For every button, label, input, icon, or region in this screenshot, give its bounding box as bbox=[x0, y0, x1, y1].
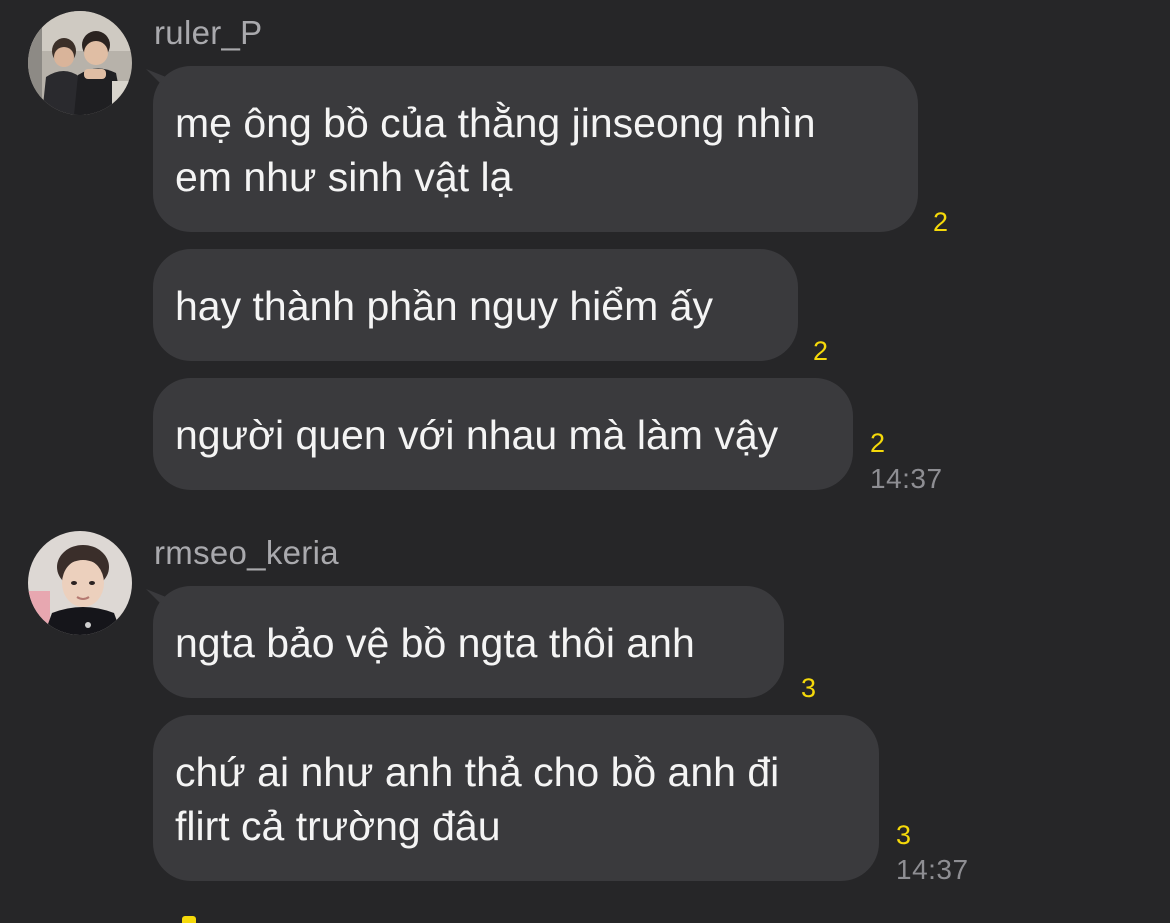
avatar[interactable] bbox=[28, 11, 132, 115]
message-text-line: flirt cả trường đâu bbox=[175, 803, 501, 849]
message-bubble[interactable]: ngta bảo vệ bồ ngta thôi anh bbox=[153, 586, 784, 698]
message-text-line: em như sinh vật lạ bbox=[175, 154, 513, 200]
message-text-line: người quen với nhau mà làm vậy bbox=[175, 412, 779, 458]
message-text-line: chứ ai như anh thả cho bồ anh đi bbox=[175, 749, 780, 795]
unread-count: 2 bbox=[870, 428, 886, 458]
message-bubble[interactable]: người quen với nhau mà làm vậy bbox=[153, 378, 853, 490]
message-text-line: mẹ ông bồ của thằng jinseong nhìn bbox=[175, 100, 816, 146]
next-item-edge bbox=[182, 916, 196, 923]
message-bubble[interactable]: hay thành phần nguy hiểm ấy bbox=[153, 249, 798, 361]
user-avatar-photo-icon bbox=[28, 11, 132, 115]
user-avatar-photo-icon bbox=[28, 531, 132, 635]
unread-count: 2 bbox=[933, 207, 949, 237]
message-timestamp: 14:37 bbox=[896, 854, 969, 885]
sender-name: rmseo_keria bbox=[154, 534, 339, 571]
unread-count: 3 bbox=[896, 820, 912, 850]
message-bubble[interactable]: mẹ ông bồ của thằng jinseong nhìn em như… bbox=[153, 66, 918, 232]
message-timestamp: 14:37 bbox=[870, 463, 943, 494]
unread-count: 3 bbox=[801, 673, 817, 703]
message-text-line: ngta bảo vệ bồ ngta thôi anh bbox=[175, 620, 695, 666]
sender-name: ruler_P bbox=[154, 14, 263, 51]
message-bubble[interactable]: chứ ai như anh thả cho bồ anh đi flirt c… bbox=[153, 715, 879, 881]
avatar[interactable] bbox=[28, 531, 132, 635]
message-text-line: hay thành phần nguy hiểm ấy bbox=[175, 283, 713, 329]
unread-count: 2 bbox=[813, 336, 829, 366]
